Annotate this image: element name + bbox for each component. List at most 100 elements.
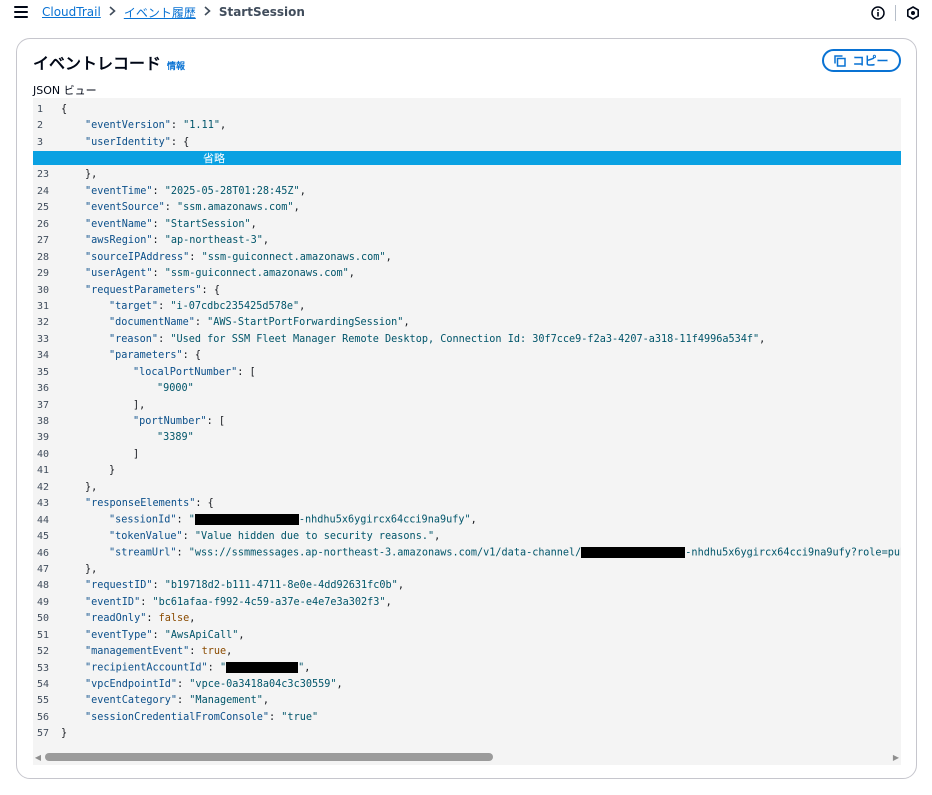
info-link[interactable]: 情報	[167, 59, 185, 72]
line-number: 43	[37, 498, 50, 510]
line-number: 45	[37, 531, 50, 543]
scrollbar-track[interactable]	[43, 751, 891, 763]
json-punctuation: ,	[385, 596, 392, 608]
copy-button-label: コピー	[852, 54, 889, 68]
json-code-viewer[interactable]: 1{2 "eventVersion": "1.11", 3 "userIdentity…	[33, 98, 901, 765]
line-number: 49	[37, 596, 50, 608]
code-line: 26 "eventName": "StartSession",	[33, 216, 901, 232]
json-key: "tokenValue"	[109, 531, 183, 543]
json-punctuation: :	[158, 333, 171, 345]
line-number: 51	[37, 629, 50, 641]
json-key: "reason"	[109, 333, 159, 345]
json-punctuation: }	[61, 728, 68, 740]
json-string: "3389"	[157, 432, 194, 444]
json-string: "bc61afaa-f992-4c59-a37e-e4e7e3a302f3"	[152, 596, 386, 608]
line-number: 30	[37, 284, 50, 296]
breadcrumb-cloudtrail-link[interactable]: CloudTrail	[42, 5, 101, 19]
json-string: "ssm-guiconnect.amazonaws.com"	[201, 251, 386, 263]
json-punctuation: :	[158, 300, 171, 312]
json-punctuation: },	[85, 563, 98, 575]
json-string: -nhdhu5x6ygircx64cci9na9ufy?role=publish…	[685, 547, 901, 559]
event-record-panel: イベントレコード 情報 コピー JSON ビュー 1{2 "eventVersio…	[16, 38, 917, 779]
line-number: 40	[37, 448, 50, 460]
json-punctuation: ,	[262, 695, 270, 707]
code-line: 43 "responseElements": {	[33, 496, 901, 512]
line-number: 42	[37, 481, 50, 493]
chevron-right-icon	[204, 5, 211, 19]
code-line: 49 "eventID": "bc61afaa-f992-4c59-a37e-e4…	[33, 594, 901, 610]
code-line: 31 "target": "i-07cdbc235425d578e",	[33, 298, 901, 314]
copy-button[interactable]: コピー	[822, 49, 901, 72]
json-string: "9000"	[157, 383, 194, 395]
json-punctuation: :	[182, 531, 195, 543]
code-line: 47},	[33, 561, 901, 577]
code-line: 2 "eventVersion": "1.11",	[33, 117, 901, 133]
line-number: 24	[37, 185, 50, 197]
info-circle-icon[interactable]	[869, 4, 887, 22]
json-punctuation: :	[194, 317, 208, 329]
json-punctuation: ,	[348, 268, 355, 280]
json-punctuation: :	[140, 596, 153, 608]
json-punctuation: :	[269, 711, 282, 723]
json-punctuation: {	[61, 103, 68, 115]
breadcrumb-current: StartSession	[218, 5, 305, 19]
json-key: "requestParameters"	[85, 284, 202, 296]
json-key: "documentName"	[109, 317, 195, 329]
code-line: 1{	[33, 101, 901, 117]
json-punctuation: }	[109, 465, 116, 477]
json-punctuation: ,	[250, 218, 257, 230]
line-number: 29	[37, 268, 50, 280]
json-punctuation: ,	[293, 202, 300, 214]
line-number: 39	[37, 432, 50, 444]
line-number: 41	[37, 465, 50, 477]
line-number: 56	[37, 711, 50, 723]
code-line: 57}	[33, 726, 901, 742]
scroll-left-icon[interactable]: ◀	[33, 751, 43, 763]
json-key: "eventName"	[85, 218, 153, 230]
line-number: 57	[37, 728, 50, 740]
json-punctuation: ,	[434, 531, 441, 543]
panel-title: イベントレコード	[33, 54, 162, 73]
line-number: 50	[37, 613, 50, 625]
json-string: "ap-northeast-3"	[164, 235, 263, 247]
json-punctuation: :	[189, 251, 202, 263]
line-number: 31	[37, 300, 50, 312]
scroll-right-icon[interactable]: ▶	[891, 751, 901, 763]
settings-icon[interactable]	[904, 4, 922, 22]
json-string: "ssm.amazonaws.com"	[177, 202, 294, 214]
code-line: 35 "localPortNumber": [	[33, 364, 901, 380]
redacted-block	[194, 514, 299, 526]
code-line: 30 "requestParameters": {	[33, 282, 901, 298]
json-boolean: false	[158, 613, 190, 625]
scrollbar-thumb[interactable]	[45, 753, 493, 761]
code-line: 32 "documentName": "AWS-StartPortForwardi…	[33, 315, 901, 331]
collapsed-section-bar[interactable]: 省略	[33, 151, 901, 166]
json-punctuation: :	[152, 185, 165, 197]
code-line: 41}	[33, 463, 901, 479]
line-number: 46	[37, 547, 50, 559]
code-line: 45 "tokenValue": "Value hidden due to sec…	[33, 528, 901, 544]
json-key: "managementEvent"	[85, 646, 190, 658]
line-number: 26	[37, 218, 50, 230]
code-line: 51 "eventType": "AwsApiCall",	[33, 627, 901, 643]
json-punctuation: :	[176, 514, 189, 526]
copy-icon	[834, 54, 847, 67]
json-key: "eventVersion"	[85, 120, 171, 132]
horizontal-scrollbar[interactable]: ◀ ▶	[33, 751, 901, 763]
line-number: 34	[37, 350, 50, 362]
line-number: 55	[37, 695, 50, 707]
menu-icon[interactable]	[14, 6, 28, 18]
redacted-block	[581, 547, 686, 559]
code-line: 39 "3389"	[33, 430, 901, 446]
json-punctuation: :	[170, 120, 184, 132]
json-key: "sessionId"	[109, 514, 177, 526]
json-view-label: JSON ビュー	[33, 84, 97, 97]
json-string: "Used for SSM Fleet Manager Remote Deskt…	[170, 333, 760, 345]
json-punctuation: ,	[759, 333, 766, 345]
line-number: 37	[37, 399, 50, 411]
breadcrumb-event-history-link[interactable]: イベント履歴	[124, 4, 196, 21]
line-number: 35	[37, 366, 50, 378]
json-punctuation: ],	[133, 399, 146, 411]
json-key: "eventSource"	[85, 202, 165, 214]
json-key: "sourceIPAddress"	[85, 251, 190, 263]
